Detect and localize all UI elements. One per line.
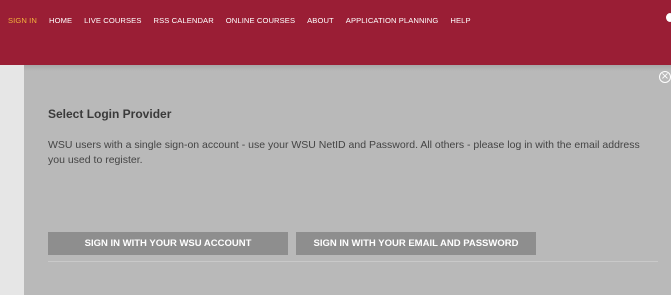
sign-in-wsu-button[interactable]: Sign In With Your WSU Account <box>48 232 288 255</box>
nav-item-sign-in[interactable]: Sign In <box>0 11 43 31</box>
nav-item-about[interactable]: About <box>301 11 340 31</box>
background-strip <box>0 65 24 295</box>
main-nav: Sign In Home Live Courses RSS Calendar O… <box>0 11 477 31</box>
close-icon[interactable]: × <box>659 71 671 83</box>
nav-item-online-courses[interactable]: Online Courses <box>220 11 301 31</box>
top-navigation-bar: Sign In Home Live Courses RSS Calendar O… <box>0 0 671 65</box>
modal-title: Select Login Provider <box>48 107 172 121</box>
sign-in-email-button[interactable]: Sign In With Your Email and Password <box>296 232 536 255</box>
divider <box>48 261 658 262</box>
partial-icon <box>666 13 671 22</box>
login-provider-modal: Select Login Provider WSU users with a s… <box>24 65 671 295</box>
modal-top-shadow <box>24 65 671 71</box>
modal-description: WSU users with a single sign-on account … <box>48 139 640 166</box>
nav-item-application-planning[interactable]: Application Planning <box>340 11 445 31</box>
nav-item-rss-calendar[interactable]: RSS Calendar <box>148 11 220 31</box>
nav-item-live-courses[interactable]: Live Courses <box>78 11 147 31</box>
nav-item-help[interactable]: Help <box>444 11 476 31</box>
nav-item-home[interactable]: Home <box>43 11 78 31</box>
